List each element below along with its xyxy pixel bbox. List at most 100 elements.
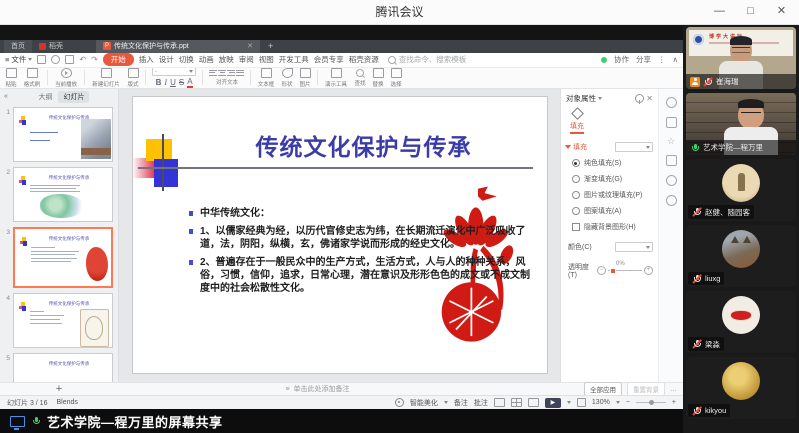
reset-background-button[interactable]: 重置背景 (627, 382, 665, 396)
font-family-select[interactable]: - (152, 68, 196, 77)
align-left-icon[interactable] (209, 70, 217, 76)
more-ellipsis-icon[interactable]: … (670, 386, 677, 393)
tab-view[interactable]: 视图 (259, 54, 274, 65)
comments-toggle-button[interactable]: 批注 (474, 398, 488, 408)
add-slide-button[interactable]: + (56, 383, 62, 395)
picture-button[interactable]: 图片 (299, 68, 311, 88)
history-icon[interactable] (666, 175, 677, 186)
save-icon[interactable] (37, 55, 46, 64)
wps-docer-tab[interactable]: 稻壳 (32, 40, 70, 53)
wps-document-tab[interactable]: P 传统文化保护与传承.ppt ✕ (96, 40, 260, 53)
justify-icon[interactable] (236, 70, 244, 76)
slideshow-play-button[interactable]: ▶ (545, 398, 561, 408)
star-icon[interactable]: ☆ (667, 137, 675, 146)
tab-animation[interactable]: 动画 (199, 54, 214, 65)
color-select[interactable] (615, 242, 653, 252)
gradient-fill-radio[interactable]: 渐变填充(G) (566, 174, 653, 184)
format-painter-button[interactable]: 格式刷 (23, 68, 41, 88)
minus-icon[interactable]: − (597, 266, 606, 275)
outline-tab[interactable]: 大纲 (38, 92, 52, 102)
alignment-buttons[interactable] (209, 70, 244, 76)
normal-view-icon[interactable] (494, 398, 505, 407)
presentation-tools-button[interactable]: 演示工具 (324, 68, 348, 88)
collapse-ribbon-icon[interactable]: ∧ (673, 55, 679, 64)
align-center-icon[interactable] (218, 70, 226, 76)
bold-button[interactable]: B (156, 78, 162, 87)
collapse-panel-icon[interactable]: « (4, 93, 8, 100)
layout-button[interactable]: 版式 (127, 68, 139, 88)
replace-button[interactable]: 替换 (372, 68, 384, 88)
paste-button[interactable]: 粘贴 (5, 68, 17, 88)
reading-view-icon[interactable] (528, 398, 539, 407)
share-button[interactable]: 分享 (636, 54, 651, 65)
slide-body-text[interactable]: 中华传统文化： 1、以儒家经典为经，以历代官修史志为纬，在长期流迁演化中广泛吸收… (189, 207, 531, 300)
italic-button[interactable]: I (164, 78, 167, 87)
smart-beautify-button[interactable]: 智能美化 (410, 398, 438, 408)
select-button[interactable]: 选择 (390, 68, 402, 88)
zoom-slider[interactable] (636, 402, 666, 403)
current-slide-canvas[interactable]: 传统文化保护与传承 (133, 97, 547, 373)
print-icon[interactable] (51, 55, 60, 64)
pin-icon[interactable] (635, 94, 644, 103)
command-search-input[interactable]: 查找命令、搜索模板 (388, 54, 467, 65)
notes-input[interactable]: ≡ 单击此处添加备注 (118, 384, 517, 394)
slider-handle[interactable] (610, 268, 616, 274)
chevron-down-icon[interactable] (598, 97, 602, 100)
export-icon[interactable] (65, 55, 74, 64)
participant-tile[interactable]: liuxg (686, 225, 796, 287)
align-right-icon[interactable] (227, 70, 235, 76)
slide-sorter-view-icon[interactable] (511, 398, 522, 407)
text-box-button[interactable]: 文本框 (257, 68, 275, 88)
participant-tile[interactable]: kikyou (686, 357, 796, 419)
wps-home-tab[interactable]: 首页 (4, 40, 32, 53)
slides-tab[interactable]: 幻灯片 (58, 91, 89, 103)
font-color-button[interactable]: A (187, 77, 192, 88)
pages-icon[interactable] (666, 155, 677, 166)
undo-icon[interactable]: ↶ (79, 55, 86, 64)
tab-review[interactable]: 审阅 (239, 54, 254, 65)
close-panel-icon[interactable]: ✕ (646, 94, 653, 103)
notes-toggle-button[interactable]: 备注 (454, 398, 468, 408)
participant-tile-speaking[interactable]: 艺术学院—程万里 (686, 93, 796, 155)
minimize-button[interactable]: — (704, 0, 735, 24)
tab-home-ribbon[interactable]: 开始 (103, 53, 134, 66)
strikethrough-button[interactable]: S (179, 78, 184, 87)
slide-thumbnail-5[interactable]: 5 传统文化保护与传承 (0, 353, 113, 382)
solid-fill-radio[interactable]: 纯色填充(S) (566, 158, 653, 168)
fill-preset-select[interactable] (615, 142, 653, 152)
properties-icon[interactable] (666, 117, 677, 128)
collaborate-button[interactable]: 协作 (614, 54, 629, 65)
new-slide-button[interactable]: 新建幻灯片 (91, 68, 121, 88)
zoom-out-button[interactable]: − (626, 399, 630, 406)
tab-insert[interactable]: 插入 (139, 54, 154, 65)
tab-slideshow[interactable]: 放映 (219, 54, 234, 65)
maximize-button[interactable]: □ (735, 0, 766, 24)
play-from-current-button[interactable]: 当前播放 (54, 68, 78, 88)
tab-member[interactable]: 会员专享 (314, 54, 344, 65)
tab-devtools[interactable]: 开发工具 (279, 54, 309, 65)
fit-window-icon[interactable] (577, 398, 586, 407)
slide-editor[interactable]: 传统文化保护与传承 (119, 89, 560, 382)
slide-title[interactable]: 传统文化保护与传承 (189, 128, 539, 162)
tab-design[interactable]: 设计 (159, 54, 174, 65)
participant-tile[interactable]: 博学大讲坛 崔海瑞 (686, 27, 796, 89)
zoom-in-button[interactable]: + (672, 399, 676, 406)
zoom-level[interactable]: 130% (592, 399, 610, 406)
plus-icon[interactable]: + (644, 266, 653, 275)
find-button[interactable]: 查找 (354, 69, 366, 87)
slide-thumbnail-1[interactable]: 1 传统文化保护与传承 (0, 107, 113, 162)
apply-all-button[interactable]: 全部应用 (584, 382, 622, 396)
close-tab-icon[interactable]: ✕ (247, 42, 253, 50)
fill-tab[interactable]: 填充 (566, 109, 588, 134)
close-button[interactable]: ✕ (766, 0, 797, 24)
pattern-fill-radio[interactable]: 图案填充(A) (566, 206, 653, 216)
more-vert-icon[interactable]: ⋮ (658, 55, 666, 64)
recommend-icon[interactable] (666, 97, 677, 108)
fill-section-header[interactable]: 填充 (566, 142, 653, 152)
new-tab-button[interactable]: + (260, 40, 281, 53)
picture-fill-radio[interactable]: 图片或纹理填充(P) (566, 190, 653, 200)
tab-transitions[interactable]: 切换 (179, 54, 194, 65)
underline-button[interactable]: U (170, 78, 176, 87)
participant-tile[interactable]: 梁淼 (686, 291, 796, 353)
transparency-slider[interactable]: − 0% + (597, 266, 653, 275)
